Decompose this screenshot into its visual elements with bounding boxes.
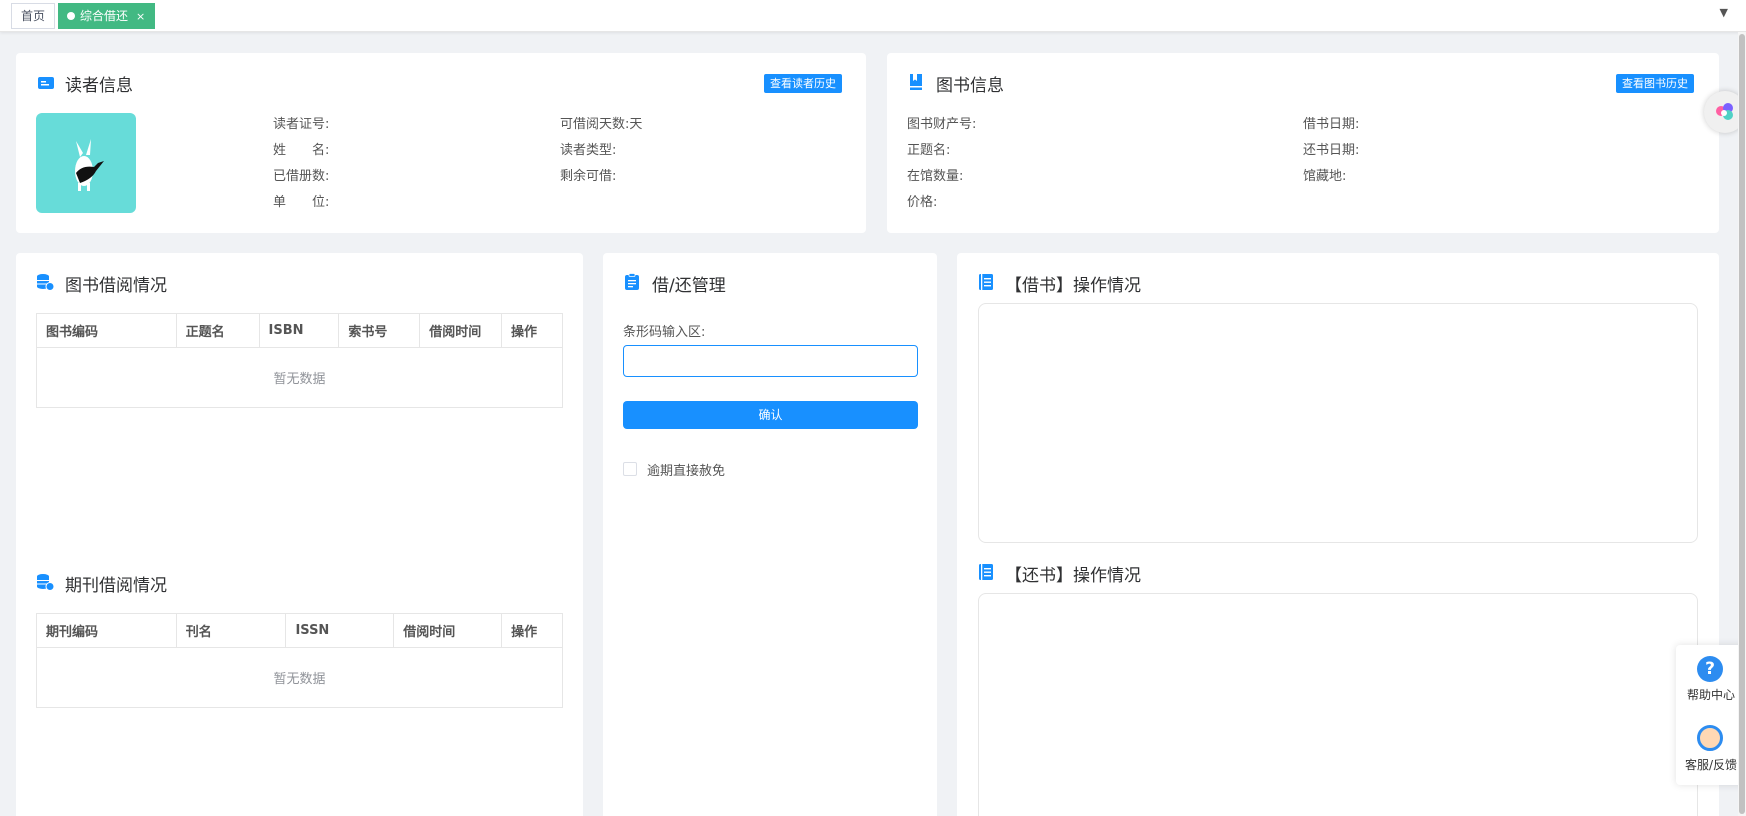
close-icon[interactable]: × [136,10,145,23]
col-journal-name: 刊名 [175,613,287,648]
col-main-title: 正题名 [175,313,260,348]
col-call-number: 索书号 [338,313,421,348]
col-borrow-time: 借阅时间 [393,613,503,648]
view-book-history-button[interactable]: 查看图书历史 [1616,74,1694,93]
col-isbn: ISBN [258,313,340,348]
book-borrow-date: 借书日期: [1303,117,1360,132]
reader-info-title: 读者信息 [65,76,133,96]
help-center-link[interactable]: 帮助中心 [1676,686,1746,703]
document-icon [979,564,993,580]
document-icon [979,274,993,290]
overdue-waive-checkbox[interactable] [623,462,637,476]
reader-name: 姓 名: [273,143,330,158]
book-stock-count: 在馆数量: [907,169,964,184]
reader-info-card [16,53,866,233]
tab-home[interactable]: 首页 [11,3,56,29]
book-return-date: 还书日期: [1303,143,1360,158]
borrow-operation-log [978,303,1698,543]
book-asset-number: 图书财产号: [907,117,977,132]
col-issn: ISSN [285,613,395,648]
tab-label: 综合借还 [80,9,129,23]
col-operation: 操作 [501,613,563,648]
avatar [36,113,136,213]
book-icon [910,74,922,90]
book-borrow-table: 图书编码 正题名 ISBN 索书号 借阅时间 操作 暂无数据 [36,313,563,408]
active-dot-icon [67,12,75,20]
return-operation-log [978,593,1698,816]
book-info-title: 图书信息 [936,76,1004,96]
reader-card-number: 读者证号: [273,117,330,132]
id-card-icon [38,77,54,89]
reader-borrowed-count: 已借册数: [273,169,330,184]
empty-text: 暂无数据 [36,647,563,708]
help-icon[interactable]: ? [1697,656,1723,682]
col-operation: 操作 [501,313,563,348]
table-row: 暂无数据 [36,647,563,708]
book-price: 价格: [907,195,938,210]
reader-loan-days: 可借阅天数:天 [560,117,643,132]
return-operation-title: 【还书】操作情况 [1005,566,1141,586]
tab-bar: 首页 综合借还 × ▼ [0,0,1746,32]
reader-avatar-image [75,139,104,191]
borrow-return-manage-title: 借/还管理 [652,276,726,296]
tab-comprehensive-borrow-return[interactable]: 综合借还 × [58,3,156,29]
book-main-title: 正题名: [907,143,951,158]
reader-remaining: 剩余可借: [560,169,617,184]
journal-borrow-title: 期刊借阅情况 [65,576,167,596]
book-location: 馆藏地: [1303,169,1347,184]
reader-type: 读者类型: [560,143,617,158]
database-icon [37,574,54,591]
table-header-row: 图书编码 正题名 ISBN 索书号 借阅时间 操作 [36,313,563,348]
table-header-row: 期刊编码 刊名 ISSN 借阅时间 操作 [36,613,563,648]
customer-service-icon[interactable] [1697,725,1723,751]
reader-unit: 单 位: [273,195,330,210]
table-row: 暂无数据 [36,347,563,408]
barcode-input-label: 条形码输入区: [623,325,706,340]
customer-service-link[interactable]: 客服/反馈 [1676,756,1746,773]
col-journal-code: 期刊编码 [36,613,177,648]
book-borrow-title: 图书借阅情况 [65,276,167,296]
borrow-operation-title: 【借书】操作情况 [1005,276,1141,296]
col-borrow-time: 借阅时间 [419,313,503,348]
scrollbar-thumb[interactable] [1739,34,1745,814]
clipboard-icon [625,273,639,290]
database-icon [37,274,54,291]
overdue-waive-label[interactable]: 逾期直接赦免 [647,460,725,479]
journal-borrow-table: 期刊编码 刊名 ISSN 借阅时间 操作 暂无数据 [36,613,563,708]
barcode-input[interactable] [623,345,918,377]
confirm-button[interactable]: 确认 [623,401,918,429]
view-reader-history-button[interactable]: 查看读者历史 [764,74,842,93]
chevron-down-icon[interactable]: ▼ [1720,6,1728,19]
empty-text: 暂无数据 [36,347,563,408]
col-book-code: 图书编码 [36,313,177,348]
